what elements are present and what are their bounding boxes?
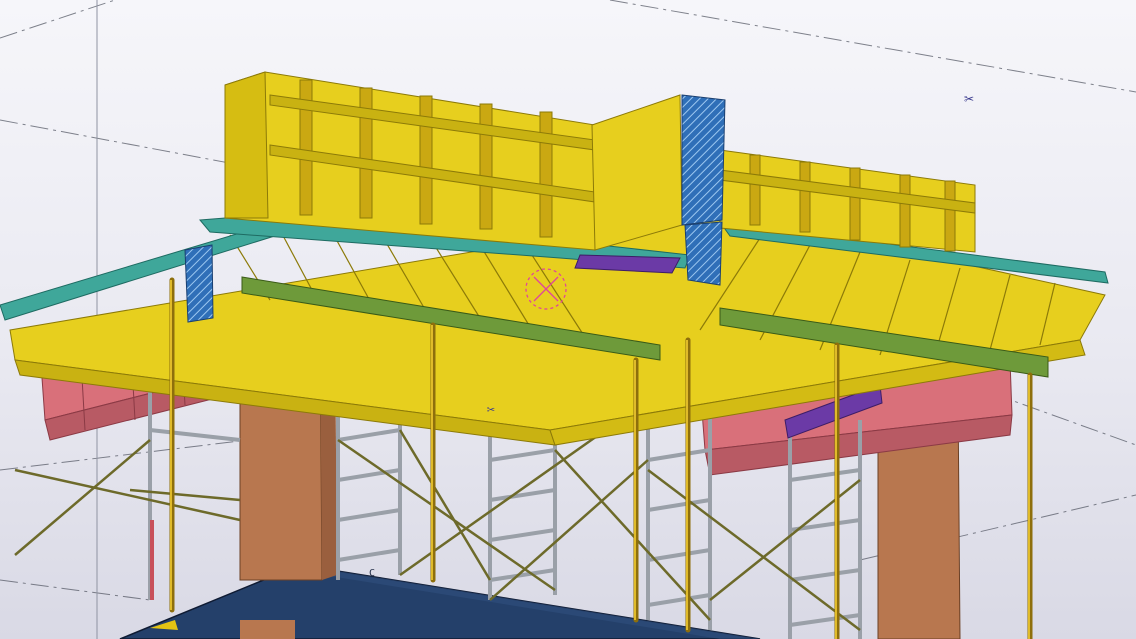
wall-formwork-left [224,71,596,251]
scissors-icon[interactable]: ✂ [962,92,976,106]
wall-formwork-corner [591,94,683,251]
scissors-icon-secondary[interactable]: ✂ [484,404,498,418]
model-3d-viewport[interactable]: C ✂ ✂ [0,0,1136,639]
grid-axis-label: C [369,568,376,579]
